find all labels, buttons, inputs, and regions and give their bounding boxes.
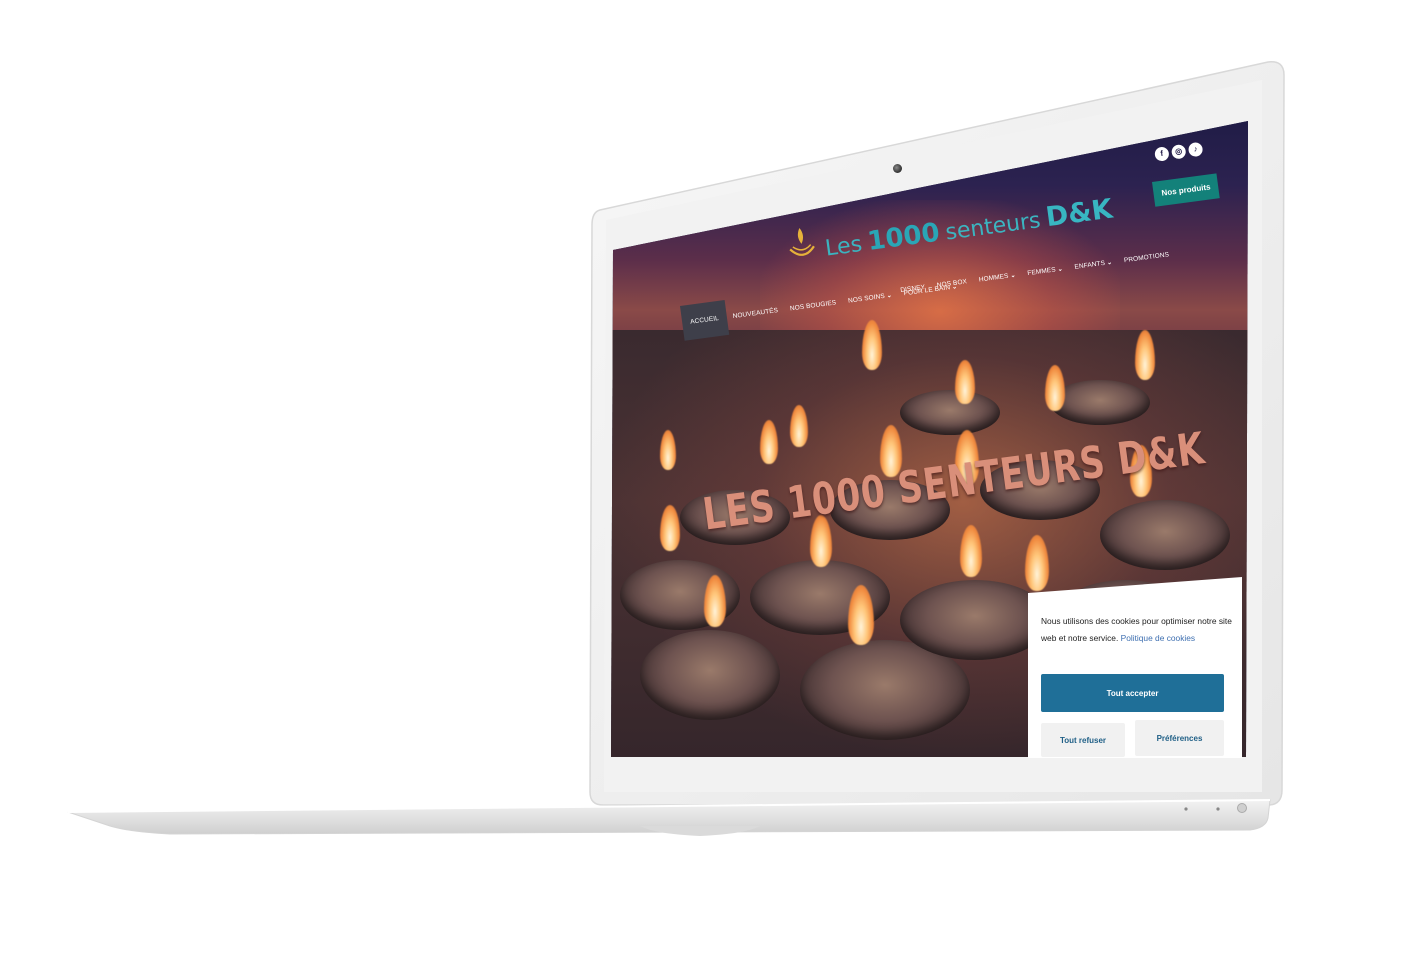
- candle-image: [1050, 380, 1150, 425]
- flame-image: [660, 430, 676, 470]
- nav-item-nos-soins[interactable]: Nos soins⌄: [841, 283, 900, 313]
- preferences-button[interactable]: Préférences: [1135, 720, 1224, 756]
- candle-image: [900, 580, 1050, 660]
- candle-image: [900, 390, 1000, 435]
- nav-item-nouveautes[interactable]: Nouveautés: [725, 298, 785, 328]
- chevron-down-icon: ⌄: [886, 292, 893, 300]
- flame-image: [790, 405, 808, 447]
- laptop-mockup: LES 1000 SENTEURS D&K Les 1000 senteurs …: [0, 0, 1424, 953]
- lotus-candle-icon: [789, 227, 815, 256]
- chevron-down-icon: ⌄: [951, 284, 958, 291]
- instagram-icon[interactable]: ◎: [1170, 143, 1187, 160]
- nav-item-nos-bougies[interactable]: Nos bougies: [783, 291, 844, 322]
- flame-image: [1045, 365, 1065, 411]
- flame-image: [1135, 330, 1155, 380]
- flame-image: [1025, 535, 1049, 591]
- candle-image: [640, 630, 780, 720]
- facebook-icon[interactable]: f: [1154, 146, 1170, 162]
- accept-all-button[interactable]: Tout accepter: [1041, 674, 1224, 712]
- logo-word-les: Les: [823, 231, 864, 262]
- nav-item-accueil[interactable]: Accueil: [680, 300, 730, 341]
- chevron-down-icon: ⌄: [1106, 259, 1113, 267]
- refuse-all-button[interactable]: Tout refuser: [1041, 723, 1125, 757]
- webcam: [893, 164, 902, 173]
- flame-image: [760, 420, 778, 464]
- cookie-policy-link[interactable]: Politique de cookies: [1121, 633, 1196, 643]
- cookie-banner: Nous utilisons des cookies pour optimise…: [1028, 577, 1242, 758]
- chevron-down-icon: ⌄: [1010, 272, 1017, 280]
- flame-image: [960, 525, 982, 577]
- flame-image: [955, 360, 975, 404]
- tiktok-icon[interactable]: ♪: [1187, 141, 1204, 158]
- candle-image: [1100, 500, 1230, 570]
- cookie-message: Nous utilisons des cookies pour optimise…: [1041, 613, 1233, 647]
- flame-image: [660, 505, 680, 551]
- nav-item-pour-le-bain[interactable]: Pour le bain⌄: [896, 274, 964, 306]
- chevron-down-icon: ⌄: [1057, 266, 1064, 274]
